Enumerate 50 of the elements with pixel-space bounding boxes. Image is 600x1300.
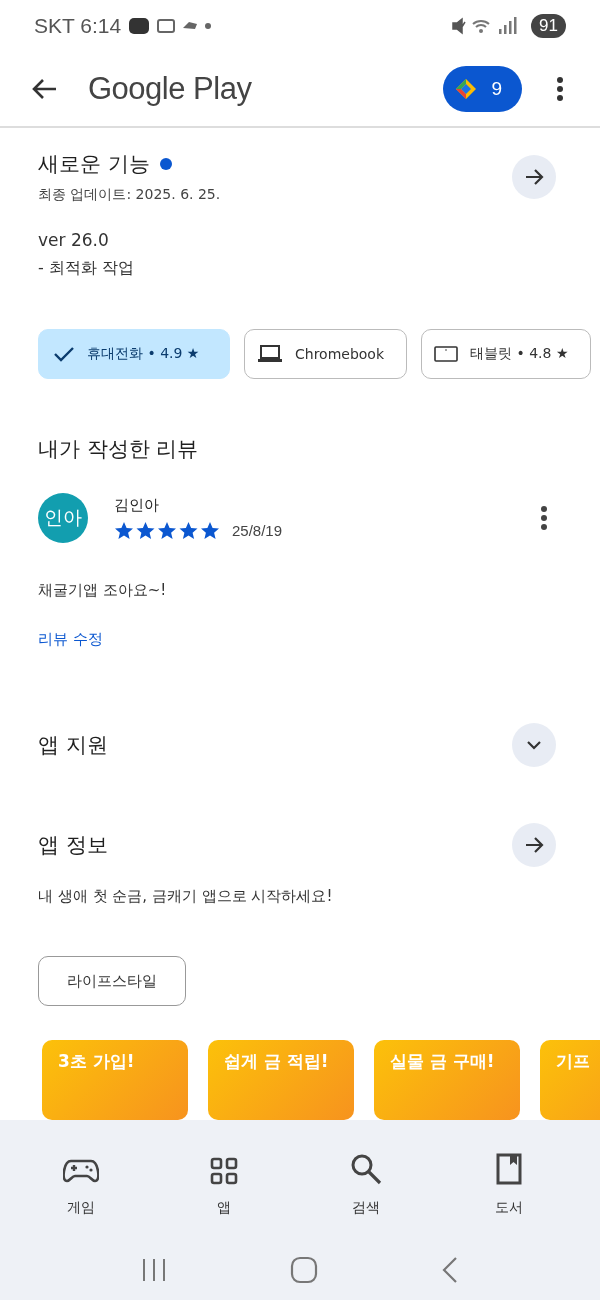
nav-tab[interactable]: 검색 <box>321 1138 412 1218</box>
tablet-icon <box>434 345 459 363</box>
screenshot-caption: 쉽게 금 적립! <box>224 1050 329 1072</box>
new-indicator-dot <box>159 158 172 170</box>
book-icon <box>495 1153 522 1185</box>
signal-icons <box>451 15 518 36</box>
screenshot-caption: 3초 가입! <box>58 1050 135 1072</box>
review-text: 채굴기앱 조아요~! <box>38 581 168 600</box>
app-bar-title: Google Play <box>88 70 252 107</box>
update-date: 최종 업데이트: 2025. 6. 25. <box>38 186 221 204</box>
release-notes: - 최적화 작업 <box>38 258 135 279</box>
battery-indicator: 91 <box>531 13 566 38</box>
gamepad-icon <box>63 1157 100 1185</box>
dot-icon <box>205 22 212 29</box>
grid-icon <box>209 1157 238 1185</box>
play-points-button[interactable]: 9 <box>443 65 522 112</box>
section-title: 새로운 기능 <box>38 151 150 178</box>
app-description: 내 생애 첫 순금, 금캐기 앱으로 시작하세요! <box>38 887 334 906</box>
nav-tab[interactable]: 도서 <box>463 1138 554 1218</box>
reviewer-name: 김인아 <box>114 495 160 515</box>
laptop-icon <box>257 344 283 364</box>
home-icon[interactable] <box>290 1256 318 1284</box>
recent-apps-icon[interactable] <box>141 1257 168 1283</box>
more-options-icon[interactable] <box>556 75 564 102</box>
device-chip[interactable]: 휴대전화 • 4.9 ★ <box>38 329 230 379</box>
play-points-icon <box>455 77 478 100</box>
section-title: 내가 작성한 리뷰 <box>38 436 200 463</box>
status-time: SKT 6:14 <box>34 13 122 38</box>
edit-review-link[interactable]: 리뷰 수정 <box>38 630 103 649</box>
cloud-icon <box>183 22 198 30</box>
checkmark-icon <box>53 345 75 363</box>
category-chip[interactable]: 라이프스타일 <box>38 956 186 1006</box>
search-icon <box>350 1153 383 1185</box>
version-text: ver 26.0 <box>38 230 110 250</box>
screenshot-caption: 실물 금 구매! <box>390 1050 495 1072</box>
nav-tab[interactable]: 게임 <box>36 1138 127 1218</box>
section-title: 앱 정보 <box>38 832 108 859</box>
app-notification-icon <box>129 17 150 34</box>
more-options-icon[interactable] <box>540 505 548 531</box>
screenshot-icon <box>157 18 176 33</box>
nav-tab[interactable]: 앱 <box>178 1138 269 1218</box>
screenshot-caption: 기프 <box>556 1050 590 1072</box>
device-chip[interactable]: 태블릿 • 4.8 ★ <box>421 329 592 379</box>
arrow-button[interactable] <box>512 155 556 199</box>
back-icon[interactable] <box>30 76 58 101</box>
device-chip[interactable]: Chromebook <box>244 329 408 379</box>
section-title: 앱 지원 <box>38 732 108 759</box>
avatar: 인아 <box>38 493 88 543</box>
arrow-button[interactable] <box>512 823 556 867</box>
review-date: 25/8/19 <box>232 522 283 539</box>
